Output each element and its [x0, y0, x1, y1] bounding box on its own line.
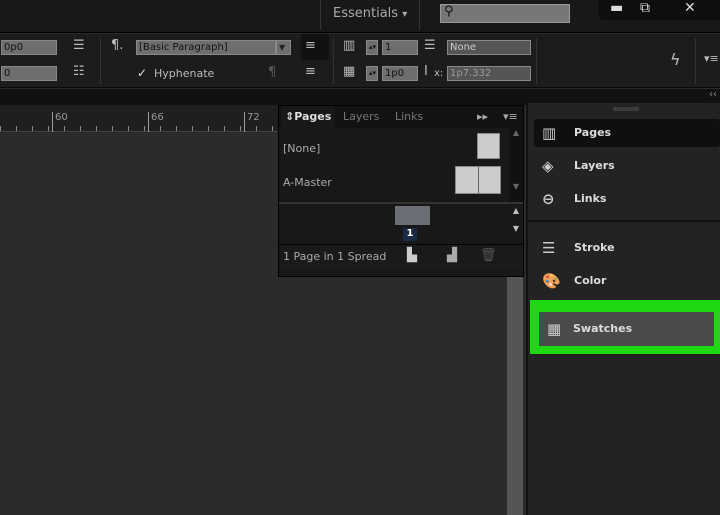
search-input[interactable]: ⚲: [440, 4, 570, 23]
numbered-list-icon[interactable]: ☷: [73, 64, 85, 79]
page-thumbnail[interactable]: [395, 206, 430, 225]
stroke-icon: ☰: [542, 239, 556, 257]
control-panel: 0p0 0 ☰ ☷ ¶. [Basic Paragraph] ▼ ✓ Hyphe…: [0, 34, 720, 88]
quick-apply-icon[interactable]: ϟ: [670, 50, 681, 69]
left-indent-field[interactable]: 0p0: [1, 40, 57, 55]
gutter-icon: ▦: [343, 64, 356, 79]
first-line-indent-field[interactable]: 0: [1, 66, 57, 81]
span-columns-icon: ☰: [424, 38, 436, 53]
pilcrow-icon[interactable]: ¶: [268, 65, 276, 80]
text-cursor-icon: I: [424, 64, 428, 79]
links-icon: ⊖: [542, 190, 555, 208]
dropdown-arrow-icon[interactable]: ▼: [276, 40, 291, 55]
columns-icon: ▥: [343, 38, 356, 53]
panel-menu-icon[interactable]: ▾≡: [704, 52, 719, 65]
close-button[interactable]: ✕: [684, 0, 696, 16]
dock-item-links[interactable]: ⊖ Links: [534, 185, 720, 213]
span-select[interactable]: None: [447, 40, 531, 55]
dock-item-swatches[interactable]: ▦ Swatches: [539, 312, 714, 346]
x-label: x:: [434, 68, 444, 79]
gutter-field[interactable]: 1p0: [382, 66, 418, 81]
align-toward-spine-icon[interactable]: ≡: [305, 64, 316, 79]
paragraph-style-icon: ¶.: [111, 38, 124, 53]
restore-button[interactable]: ⧉: [640, 0, 650, 16]
bulleted-list-icon[interactable]: ☰: [73, 38, 85, 53]
tab-layers[interactable]: Layers: [343, 106, 379, 128]
edit-page-size-icon[interactable]: ▙: [407, 248, 417, 263]
columns-field[interactable]: 1: [382, 40, 418, 55]
new-page-icon[interactable]: ▟: [447, 248, 457, 263]
delete-page-icon[interactable]: 🗑: [480, 248, 497, 263]
workspace-switcher[interactable]: Essentials ▾: [320, 0, 420, 30]
minimize-button[interactable]: ▬: [610, 0, 623, 16]
drag-handle[interactable]: [613, 107, 639, 111]
page-number: 1: [403, 228, 417, 241]
pages-status: 1 Page in 1 Spread: [283, 250, 387, 263]
tab-links[interactable]: Links: [395, 106, 423, 128]
chevron-down-icon: ▾: [402, 9, 408, 20]
pages-icon: ▥: [542, 124, 557, 142]
master-a[interactable]: A-Master: [283, 176, 332, 189]
vertical-scrollbar[interactable]: [507, 277, 523, 515]
application-bar: Essentials ▾ ⚲ ▬ ⧉ ✕: [0, 0, 720, 33]
pages-scrollbar[interactable]: ▲ ▼: [509, 206, 523, 242]
tab-pages[interactable]: ⇕Pages: [285, 106, 331, 128]
horizontal-ruler[interactable]: 60 66 72: [0, 105, 278, 132]
expand-panel-icon[interactable]: ▸▸: [477, 106, 488, 128]
collapse-dock-button[interactable]: ‹‹: [709, 89, 717, 100]
pages-panel: ⇕Pages Layers Links ▸▸ ▾≡ [None] A-Maste…: [278, 105, 524, 277]
columns-stepper[interactable]: ▴▾: [366, 40, 378, 55]
hyphenate-label: Hyphenate: [154, 67, 215, 80]
panel-dock: ▥ Pages ◈ Layers ⊖ Links ☰ Stroke 🎨 Color ▦ Sw…: [526, 103, 720, 515]
workspace-label: Essentials: [333, 6, 399, 21]
dock-item-stroke[interactable]: ☰ Stroke: [534, 234, 720, 262]
master-thumbnail[interactable]: [477, 133, 500, 159]
align-away-spine-icon[interactable]: ≡: [305, 38, 316, 53]
swatches-icon: ▦: [547, 320, 562, 338]
master-spread-thumbnail[interactable]: [455, 166, 501, 194]
master-none[interactable]: [None]: [283, 142, 320, 155]
layers-icon: ◈: [542, 157, 554, 175]
hyphenate-checkbox[interactable]: ✓: [137, 66, 151, 80]
gutter-stepper[interactable]: ▴▾: [366, 66, 378, 81]
window-controls: ▬ ⧉ ✕: [598, 0, 720, 20]
dock-item-pages[interactable]: ▥ Pages: [534, 119, 720, 147]
color-icon: 🎨: [542, 272, 561, 290]
panel-menu-icon[interactable]: ▾≡: [503, 106, 518, 128]
masters-scrollbar[interactable]: ▲ ▼: [509, 128, 523, 202]
paragraph-style-select[interactable]: [Basic Paragraph]: [136, 40, 276, 55]
x-position-field[interactable]: 1p7.332: [447, 66, 531, 81]
search-icon: ⚲: [444, 4, 454, 19]
dock-item-layers[interactable]: ◈ Layers: [534, 152, 720, 180]
dock-item-color[interactable]: 🎨 Color: [534, 267, 720, 295]
